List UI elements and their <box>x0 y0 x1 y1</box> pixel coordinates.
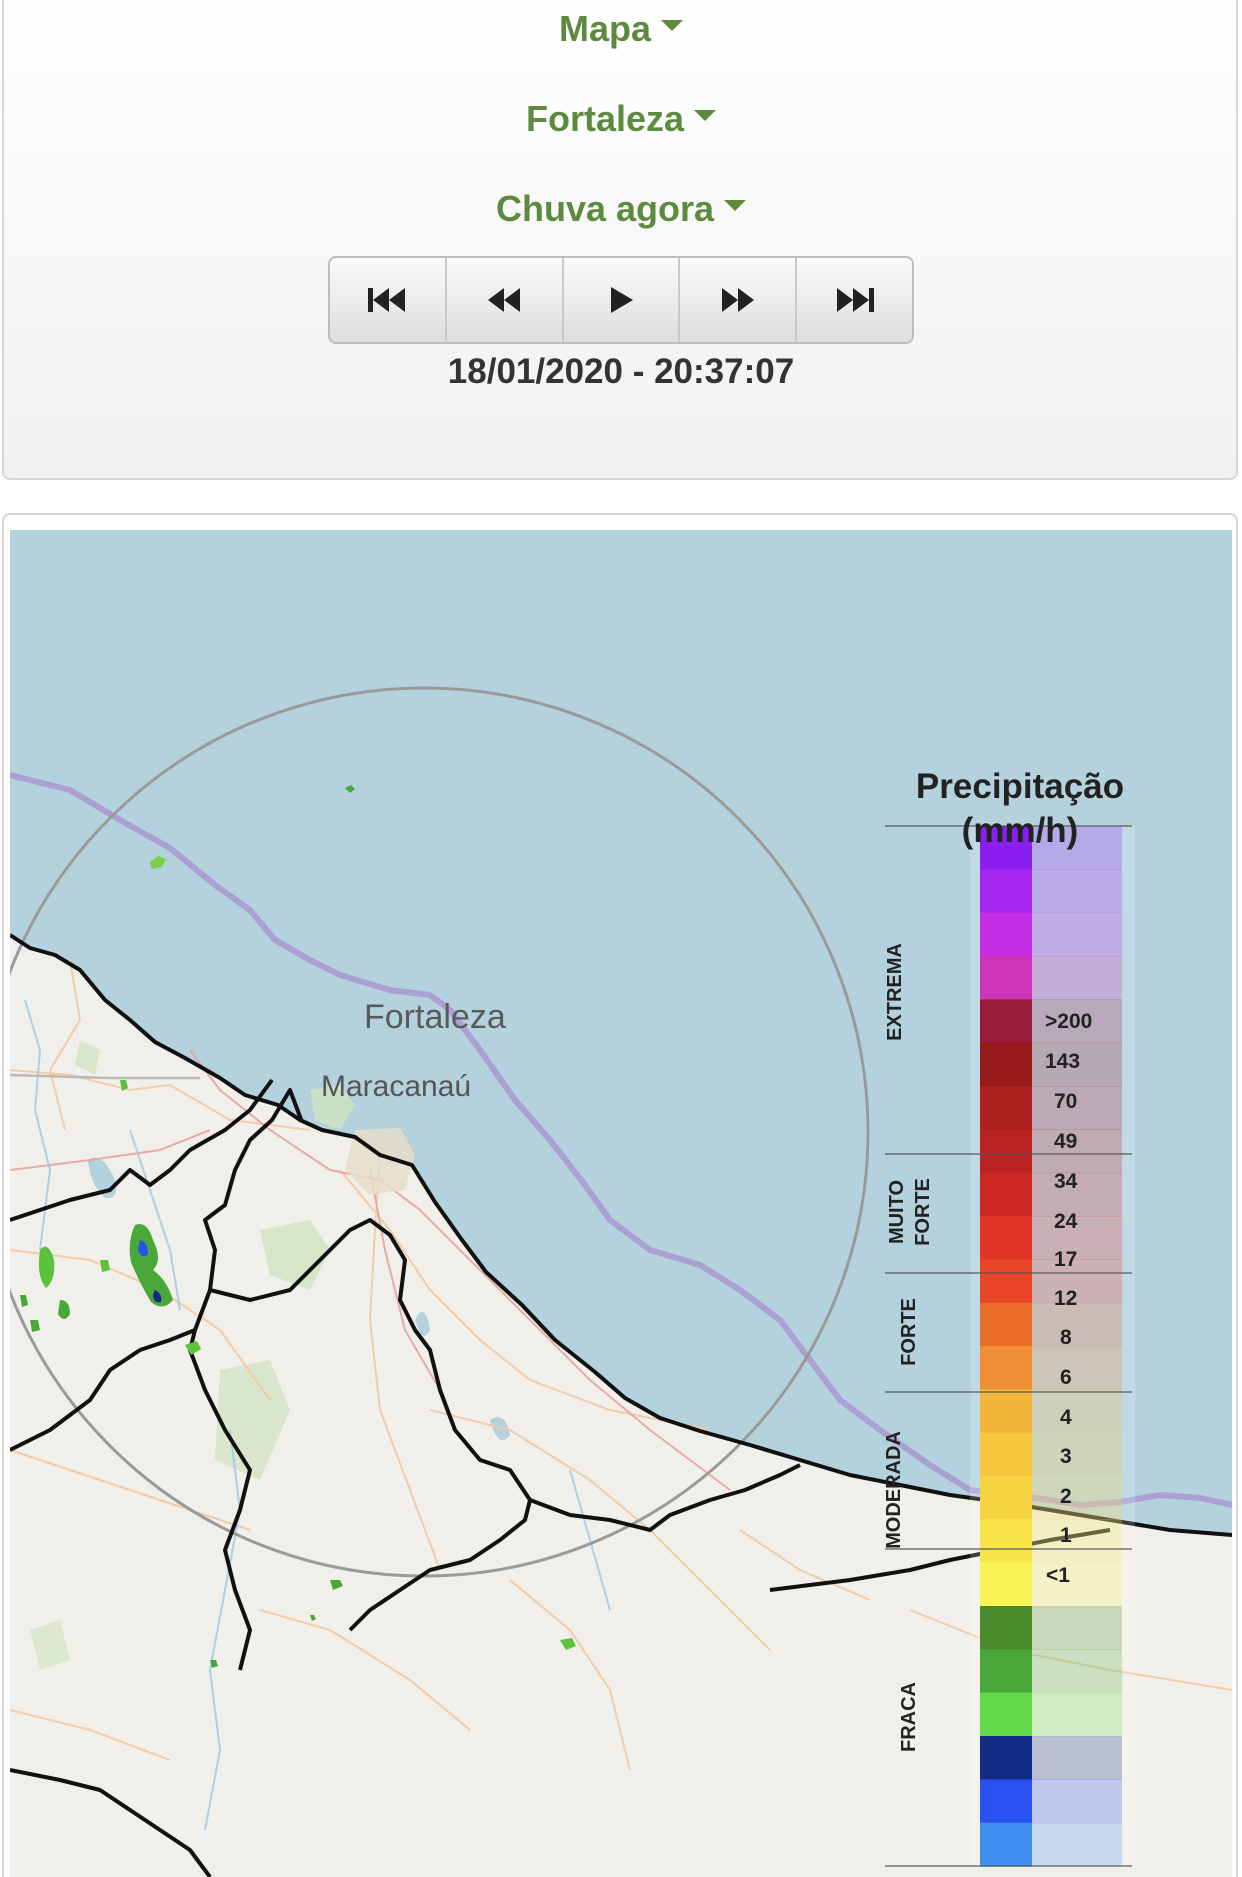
product-dropdown[interactable]: Chuva agora <box>0 188 1242 230</box>
skip-to-start-icon <box>368 288 406 312</box>
legend-swatch <box>980 1519 1032 1564</box>
legend-swatch <box>980 1302 1032 1347</box>
legend-swatch <box>980 869 1032 914</box>
legend-tick: 70 <box>1054 1090 1078 1113</box>
legend-tick: 4 <box>1060 1406 1072 1429</box>
city-label-fortaleza: Fortaleza <box>364 998 506 1036</box>
legend-tick: 6 <box>1060 1366 1072 1389</box>
legend-swatch-glow <box>1032 1779 1122 1824</box>
controls-panel <box>2 0 1238 480</box>
city-dropdown[interactable]: Fortaleza <box>0 98 1242 140</box>
play-icon <box>610 287 633 313</box>
legend-swatch <box>980 912 1032 957</box>
legend-tick: 12 <box>1054 1287 1078 1310</box>
legend-tick: 24 <box>1054 1210 1078 1233</box>
legend-title-line2: (mm/h) <box>961 811 1079 850</box>
legend-swatch-glow <box>1032 869 1122 914</box>
legend-tick: 143 <box>1045 1050 1081 1073</box>
legend-swatch <box>980 1692 1032 1737</box>
first-frame-button[interactable] <box>330 258 447 342</box>
last-frame-button[interactable] <box>797 258 912 342</box>
city-label-maracanau: Maracanaú <box>321 1070 472 1103</box>
legend-category-extrema: EXTREMA <box>884 943 906 1041</box>
rewind-icon <box>488 288 521 312</box>
play-button[interactable] <box>564 258 681 342</box>
legend-tick: 1 <box>1060 1524 1072 1547</box>
frame-timestamp: 18/01/2020 - 20:37:07 <box>447 352 795 391</box>
legend-category-moderada: MODERADA <box>883 1431 905 1549</box>
caret-down-icon <box>694 109 717 121</box>
legend-swatch <box>980 1736 1032 1780</box>
legend-category-forte: FORTE <box>898 1298 920 1366</box>
legend-swatch <box>980 1346 1032 1390</box>
legend-swatch-glow <box>1032 1822 1122 1867</box>
legend-tick: >200 <box>1045 1010 1093 1033</box>
legend-tick: <1 <box>1046 1564 1070 1587</box>
legend-swatch <box>980 1129 1032 1174</box>
legend-swatch <box>980 1216 1032 1260</box>
legend-title: Precipitação (mm/h) <box>890 765 1150 853</box>
legend-swatch <box>980 1822 1032 1867</box>
legend-swatch <box>980 1086 1032 1130</box>
playback-controls <box>328 256 914 344</box>
legend-swatch-glow <box>1032 1736 1122 1780</box>
legend-swatch <box>980 999 1032 1044</box>
legend-swatch <box>980 1259 1032 1304</box>
legend-tick: 3 <box>1060 1445 1072 1468</box>
legend-swatch <box>980 956 1032 1000</box>
skip-to-end-icon <box>836 288 874 312</box>
legend-swatch <box>980 1389 1032 1434</box>
legend-swatch-glow <box>1032 956 1122 1000</box>
legend-swatch <box>980 1562 1032 1607</box>
radar-map[interactable]: Fortaleza Maracanaú Precipitação (mm/h) … <box>10 530 1232 1877</box>
legend-swatch-glow <box>1032 912 1122 957</box>
legend-tick: 8 <box>1060 1326 1072 1349</box>
legend-tick: 49 <box>1054 1130 1078 1153</box>
legend-tick: 2 <box>1060 1485 1072 1508</box>
legend-tick: 17 <box>1054 1248 1078 1271</box>
legend-category-muito-forte: MUITO FORTE <box>886 1178 934 1246</box>
next-frame-button[interactable] <box>680 258 798 342</box>
fast-forward-icon <box>721 288 754 312</box>
city-dropdown-label: Fortaleza <box>525 98 685 139</box>
legend-tick: 34 <box>1054 1170 1078 1193</box>
legend-swatch <box>980 1172 1032 1217</box>
legend-title-line1: Precipitação <box>915 767 1125 806</box>
legend-swatch <box>980 1779 1032 1824</box>
legend-swatch <box>980 1432 1032 1477</box>
caret-down-icon <box>661 19 684 31</box>
legend-swatch <box>980 1606 1032 1650</box>
map-dropdown[interactable]: Mapa <box>0 8 1242 50</box>
legend-swatch-glow <box>1032 1606 1122 1650</box>
legend-swatch <box>980 1042 1032 1087</box>
legend-swatch-glow <box>1032 1649 1122 1694</box>
product-dropdown-label: Chuva agora <box>495 188 715 229</box>
previous-frame-button[interactable] <box>447 258 564 342</box>
map-basemap <box>10 686 1232 1877</box>
legend-swatch <box>980 1649 1032 1694</box>
map-dropdown-label: Mapa <box>558 8 652 49</box>
legend-swatch-glow <box>1032 1692 1122 1737</box>
legend-category-fraca: FRACA <box>898 1682 920 1752</box>
legend-swatch <box>980 1476 1032 1520</box>
caret-down-icon <box>724 199 747 211</box>
